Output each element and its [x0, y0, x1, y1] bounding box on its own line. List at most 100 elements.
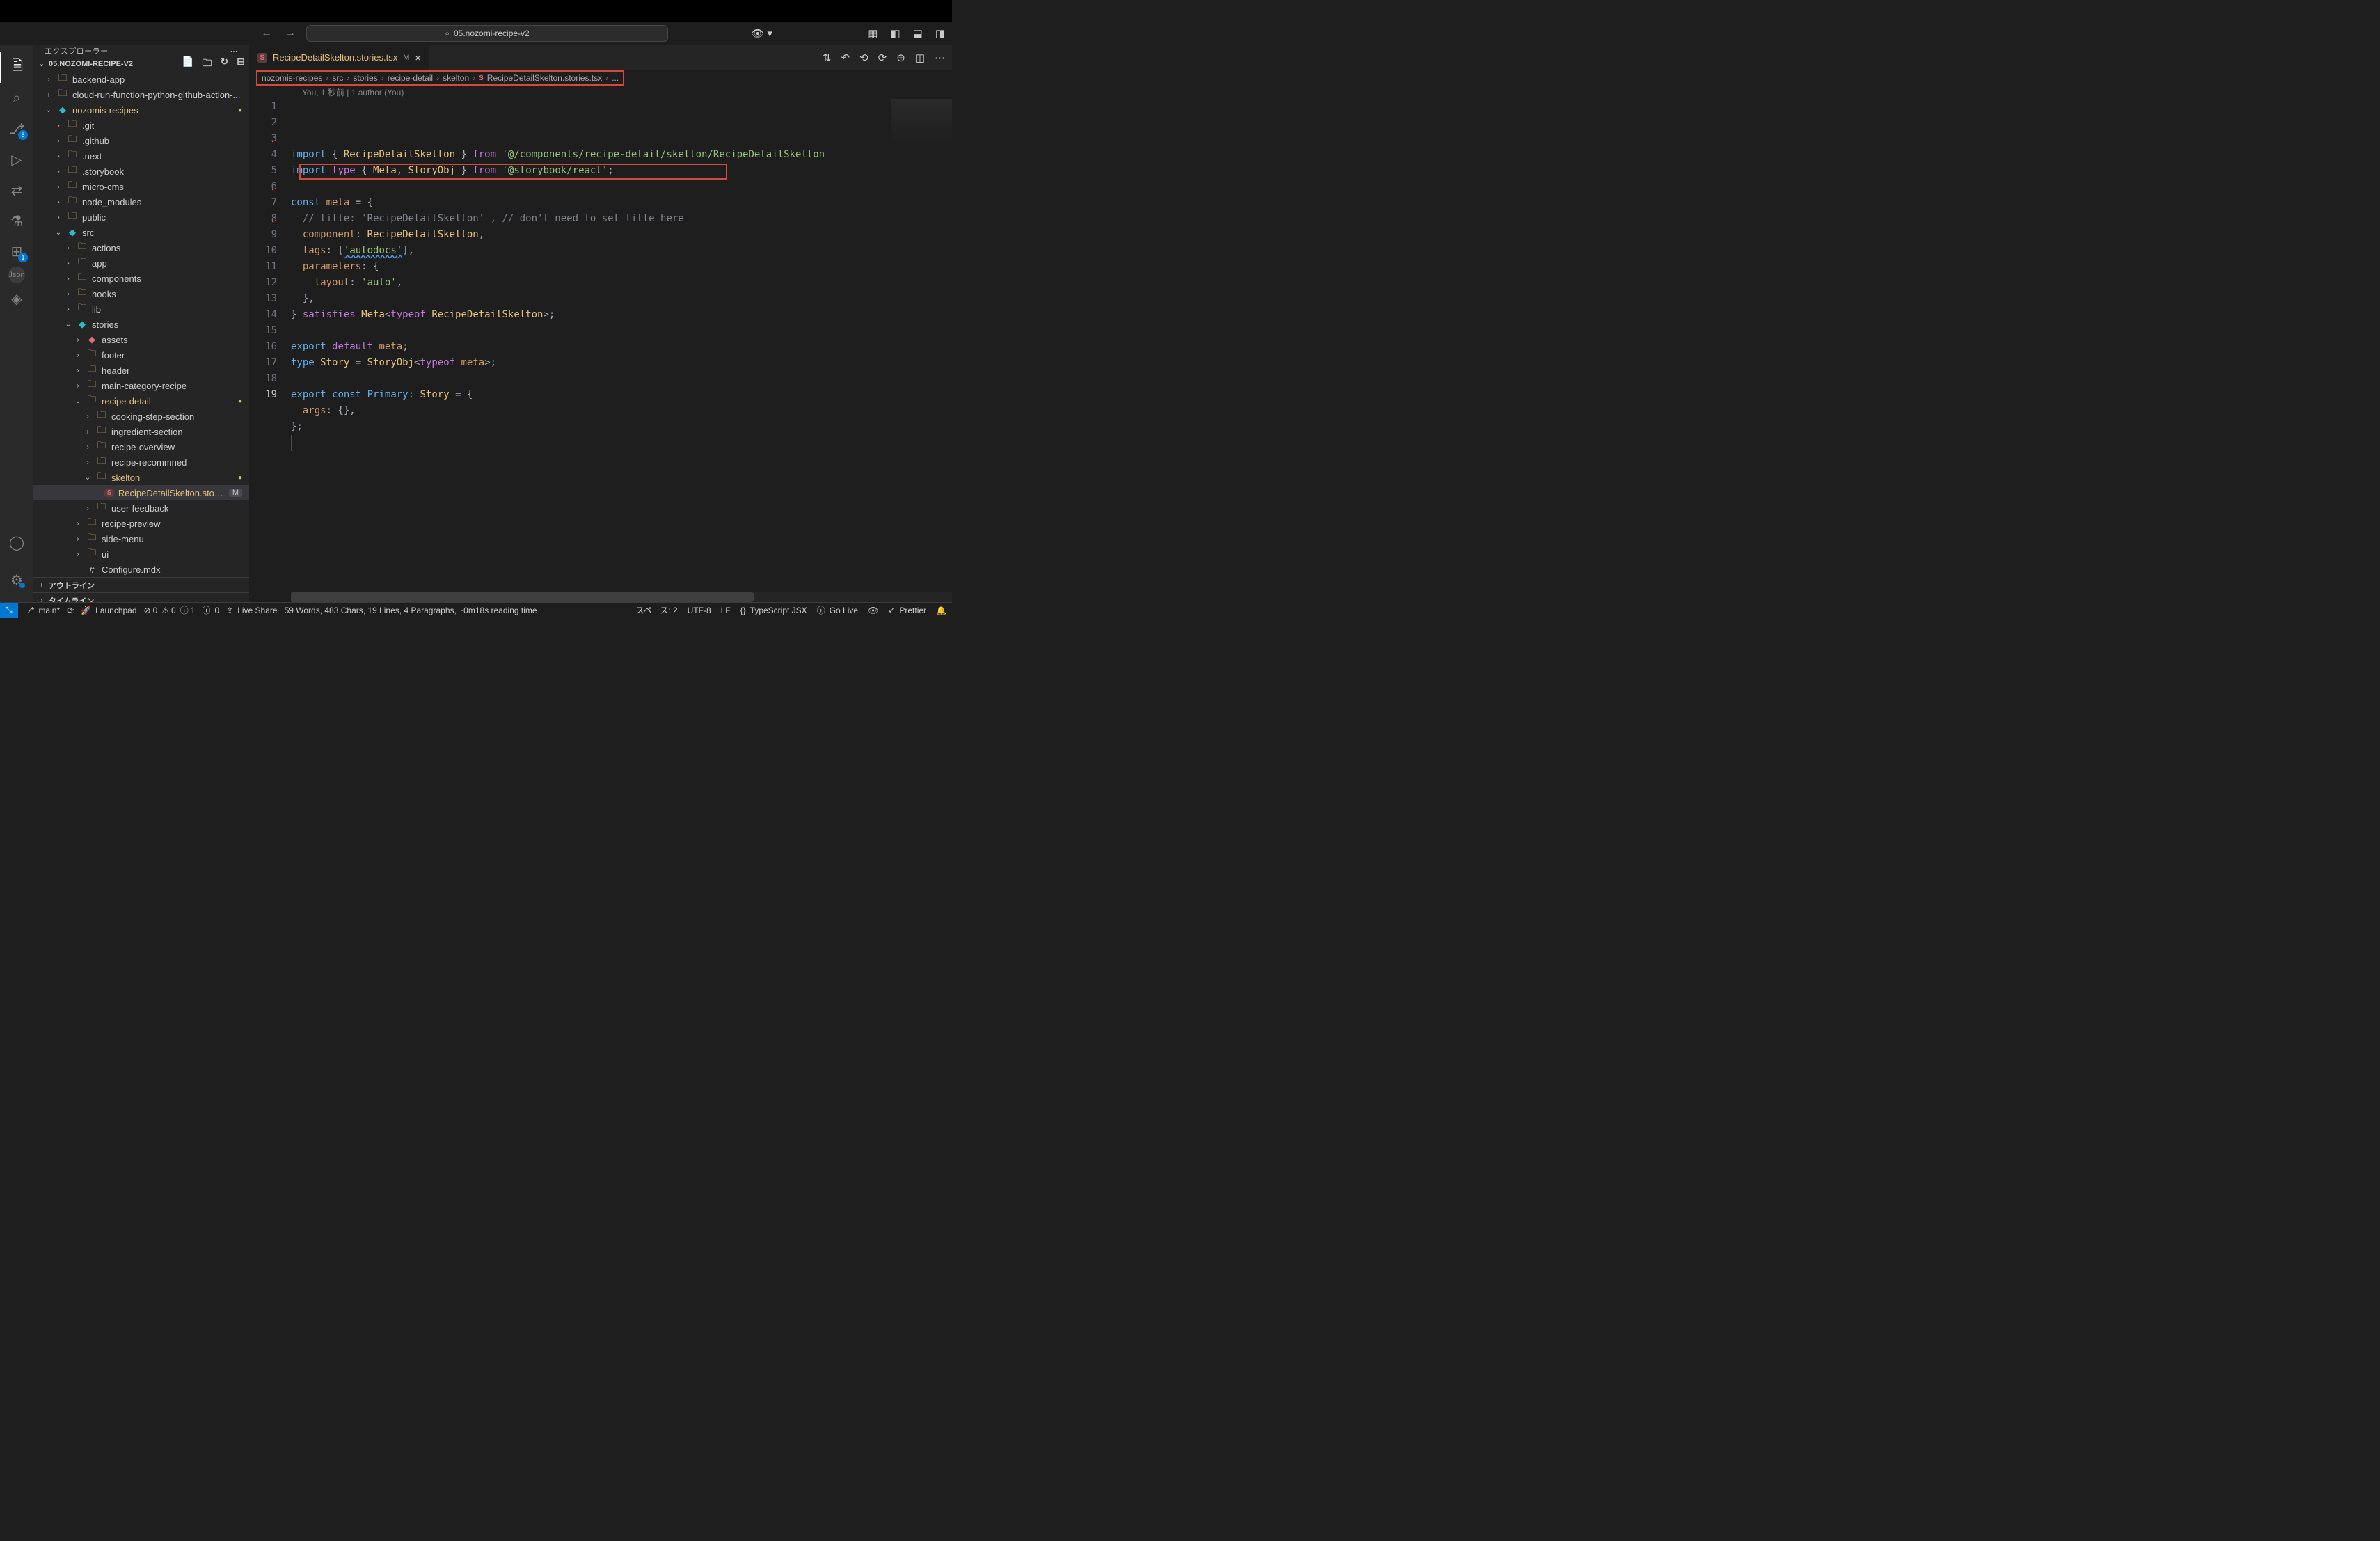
breadcrumb-segment[interactable]: RecipeDetailSkelton.stories.tsx	[487, 73, 602, 83]
tree-folder[interactable]: ›🗀footer	[33, 347, 249, 363]
timeline-section[interactable]: ›タイムライン	[33, 592, 249, 602]
tree-folder[interactable]: ›🗀actions	[33, 240, 249, 255]
tree-folder[interactable]: ›🗀cooking-step-section	[33, 409, 249, 424]
compass-icon[interactable]: ⊕	[896, 52, 905, 64]
activity-scm-icon[interactable]: ⎇8	[0, 113, 33, 144]
tree-folder[interactable]: ⌄◆nozomis-recipes●	[33, 102, 249, 118]
code-area[interactable]: 123▸456▸78▸910111213141516171819 import …	[249, 99, 952, 451]
status-sync[interactable]: ⟳	[67, 606, 74, 615]
git-compare-icon[interactable]: ⇅	[823, 52, 832, 64]
code-lens[interactable]: You, 1 秒前 | 1 author (You)	[249, 86, 952, 99]
tree-folder[interactable]: ›🗀components	[33, 271, 249, 286]
split-icon[interactable]: ◫	[915, 52, 925, 64]
tree-folder[interactable]: ›🗀.next	[33, 148, 249, 164]
status-encoding[interactable]: UTF-8	[688, 606, 711, 615]
breadcrumb-segment[interactable]: ...	[612, 73, 619, 83]
status-spaces[interactable]: スペース: 2	[636, 604, 678, 616]
activity-debug-icon[interactable]: ▷	[0, 144, 33, 175]
tree-folder[interactable]: ›🗀hooks	[33, 286, 249, 301]
refresh-icon[interactable]: ↻	[221, 56, 229, 72]
tree-folder[interactable]: ›🗀.github	[33, 133, 249, 148]
tab-close-icon[interactable]: ×	[415, 52, 420, 63]
breadcrumb-segment[interactable]: nozomis-recipes	[262, 73, 322, 83]
tree-folder[interactable]: ›🗀ingredient-section	[33, 424, 249, 439]
status-eol[interactable]: LF	[721, 606, 731, 615]
tree-folder[interactable]: ⌄◆src	[33, 225, 249, 240]
activity-json-icon[interactable]: Json	[8, 267, 25, 283]
status-language[interactable]: {}TypeScript JSX	[740, 606, 807, 615]
tree-folder[interactable]: ⌄🗀recipe-detail●	[33, 393, 249, 409]
activity-test-icon[interactable]: ⚗	[0, 205, 33, 236]
breadcrumb-segment[interactable]: recipe-detail	[388, 73, 433, 83]
new-file-icon[interactable]: 📄	[182, 56, 193, 72]
tree-folder[interactable]: ›🗀.git	[33, 118, 249, 133]
activity-extra-icon[interactable]: ◈	[0, 283, 33, 314]
layout-bottom-icon[interactable]: ⬓	[913, 27, 923, 40]
status-problems[interactable]: ⊘0 ⚠0 ⓘ1	[144, 604, 196, 616]
breadcrumb[interactable]: nozomis-recipes›src›stories›recipe-detai…	[256, 70, 624, 86]
activity-settings-icon[interactable]: ⚙	[0, 564, 33, 595]
status-golive[interactable]: ⓘGo Live	[817, 604, 858, 616]
layout-side-right-icon[interactable]: ◨	[935, 27, 945, 40]
tree-folder[interactable]: ›🗀backend-app	[33, 72, 249, 87]
status-copilot[interactable]: 👁	[868, 606, 878, 615]
status-bell[interactable]: 🔔	[936, 606, 946, 615]
status-ports[interactable]: ⓘ0	[202, 604, 219, 616]
code[interactable]: import { RecipeDetailSkelton } from '@/c…	[291, 99, 952, 451]
tree-folder[interactable]: ⌄🗀skelton●	[33, 470, 249, 485]
status-prettier[interactable]: ✓Prettier	[888, 606, 926, 615]
status-branch[interactable]: ⎇main*	[25, 606, 61, 615]
tree-folder[interactable]: ›🗀lib	[33, 301, 249, 317]
tree-folder[interactable]: ›🗀public	[33, 210, 249, 225]
new-folder-icon[interactable]: 🗀	[203, 56, 212, 72]
tree-folder[interactable]: ›🗀micro-cms	[33, 179, 249, 194]
command-center[interactable]: ⌕ 05.nozomi-recipe-v2	[306, 25, 668, 42]
tree-folder[interactable]: ⌄◆stories	[33, 317, 249, 332]
status-launchpad[interactable]: 🚀Launchpad	[81, 606, 136, 615]
activity-remote-icon[interactable]: ⇄	[0, 175, 33, 205]
outline-section[interactable]: ›アウトライン	[33, 577, 249, 592]
tree-folder[interactable]: ›🗀recipe-recommned	[33, 455, 249, 470]
tree-folder[interactable]: ›🗀header	[33, 363, 249, 378]
tree-folder[interactable]: ›🗀app	[33, 255, 249, 271]
tree-folder[interactable]: ›🗀recipe-preview	[33, 516, 249, 531]
tree-folder[interactable]: ›🗀user-feedback	[33, 500, 249, 516]
copilot-icon[interactable]: 👁 ▾	[751, 27, 772, 40]
scrollbar-thumb[interactable]	[291, 592, 754, 602]
activity-explorer-icon[interactable]: 🗎	[0, 52, 33, 83]
breadcrumb-segment[interactable]: stories	[353, 73, 377, 83]
folder-icon: 🗀	[77, 301, 88, 317]
layout-panel-icon[interactable]: ▦	[868, 27, 878, 40]
explorer-section-header[interactable]: ⌄ 05.NOZOMI-RECIPE-V2 📄 🗀 ↻ ⊟	[33, 56, 249, 72]
tree-folder[interactable]: ›🗀side-menu	[33, 531, 249, 546]
collapse-icon[interactable]: ⊟	[237, 56, 245, 72]
remote-indicator[interactable]: ⤡	[0, 603, 18, 618]
nav-forward-icon[interactable]: →	[285, 27, 296, 40]
tree-folder[interactable]: ›🗀cloud-run-function-python-github-actio…	[33, 87, 249, 102]
status-stats[interactable]: 59 Words, 483 Chars, 19 Lines, 4 Paragra…	[285, 606, 537, 615]
nav-prev-icon[interactable]: ⟲	[859, 52, 868, 64]
tab-active[interactable]: S RecipeDetailSkelton.stories.tsx M ×	[249, 45, 430, 70]
breadcrumb-segment[interactable]: src	[332, 73, 343, 83]
nav-back-icon[interactable]: ←	[261, 27, 272, 40]
tree-file[interactable]: SRecipeDetailSkelton.stories.tsxM	[33, 485, 249, 500]
minimap[interactable]	[891, 99, 952, 252]
tree-folder[interactable]: ›◆assets	[33, 332, 249, 347]
activity-search-icon[interactable]: ⌕	[0, 83, 33, 113]
nav-next-icon[interactable]: ⟳	[878, 52, 887, 64]
git-revert-icon[interactable]: ↶	[841, 52, 850, 64]
tree-folder[interactable]: ›🗀.storybook	[33, 164, 249, 179]
tree-file[interactable]: #Configure.mdx	[33, 562, 249, 577]
tree-folder[interactable]: ›🗀main-category-recipe	[33, 378, 249, 393]
sidebar-more-icon[interactable]: ⋯	[230, 47, 239, 56]
breadcrumb-segment[interactable]: skelton	[443, 73, 469, 83]
status-live-share[interactable]: ⇪Live Share	[226, 606, 277, 615]
horizontal-scrollbar[interactable]	[291, 592, 952, 602]
tree-folder[interactable]: ›🗀ui	[33, 546, 249, 562]
activity-account-icon[interactable]: ◯	[0, 527, 33, 558]
activity-extensions-icon[interactable]: ⊞1	[0, 236, 33, 267]
editor-more-icon[interactable]: ⋯	[935, 52, 945, 64]
tree-folder[interactable]: ›🗀recipe-overview	[33, 439, 249, 455]
layout-side-left-icon[interactable]: ◧	[890, 27, 900, 40]
tree-folder[interactable]: ›🗀node_modules	[33, 194, 249, 210]
